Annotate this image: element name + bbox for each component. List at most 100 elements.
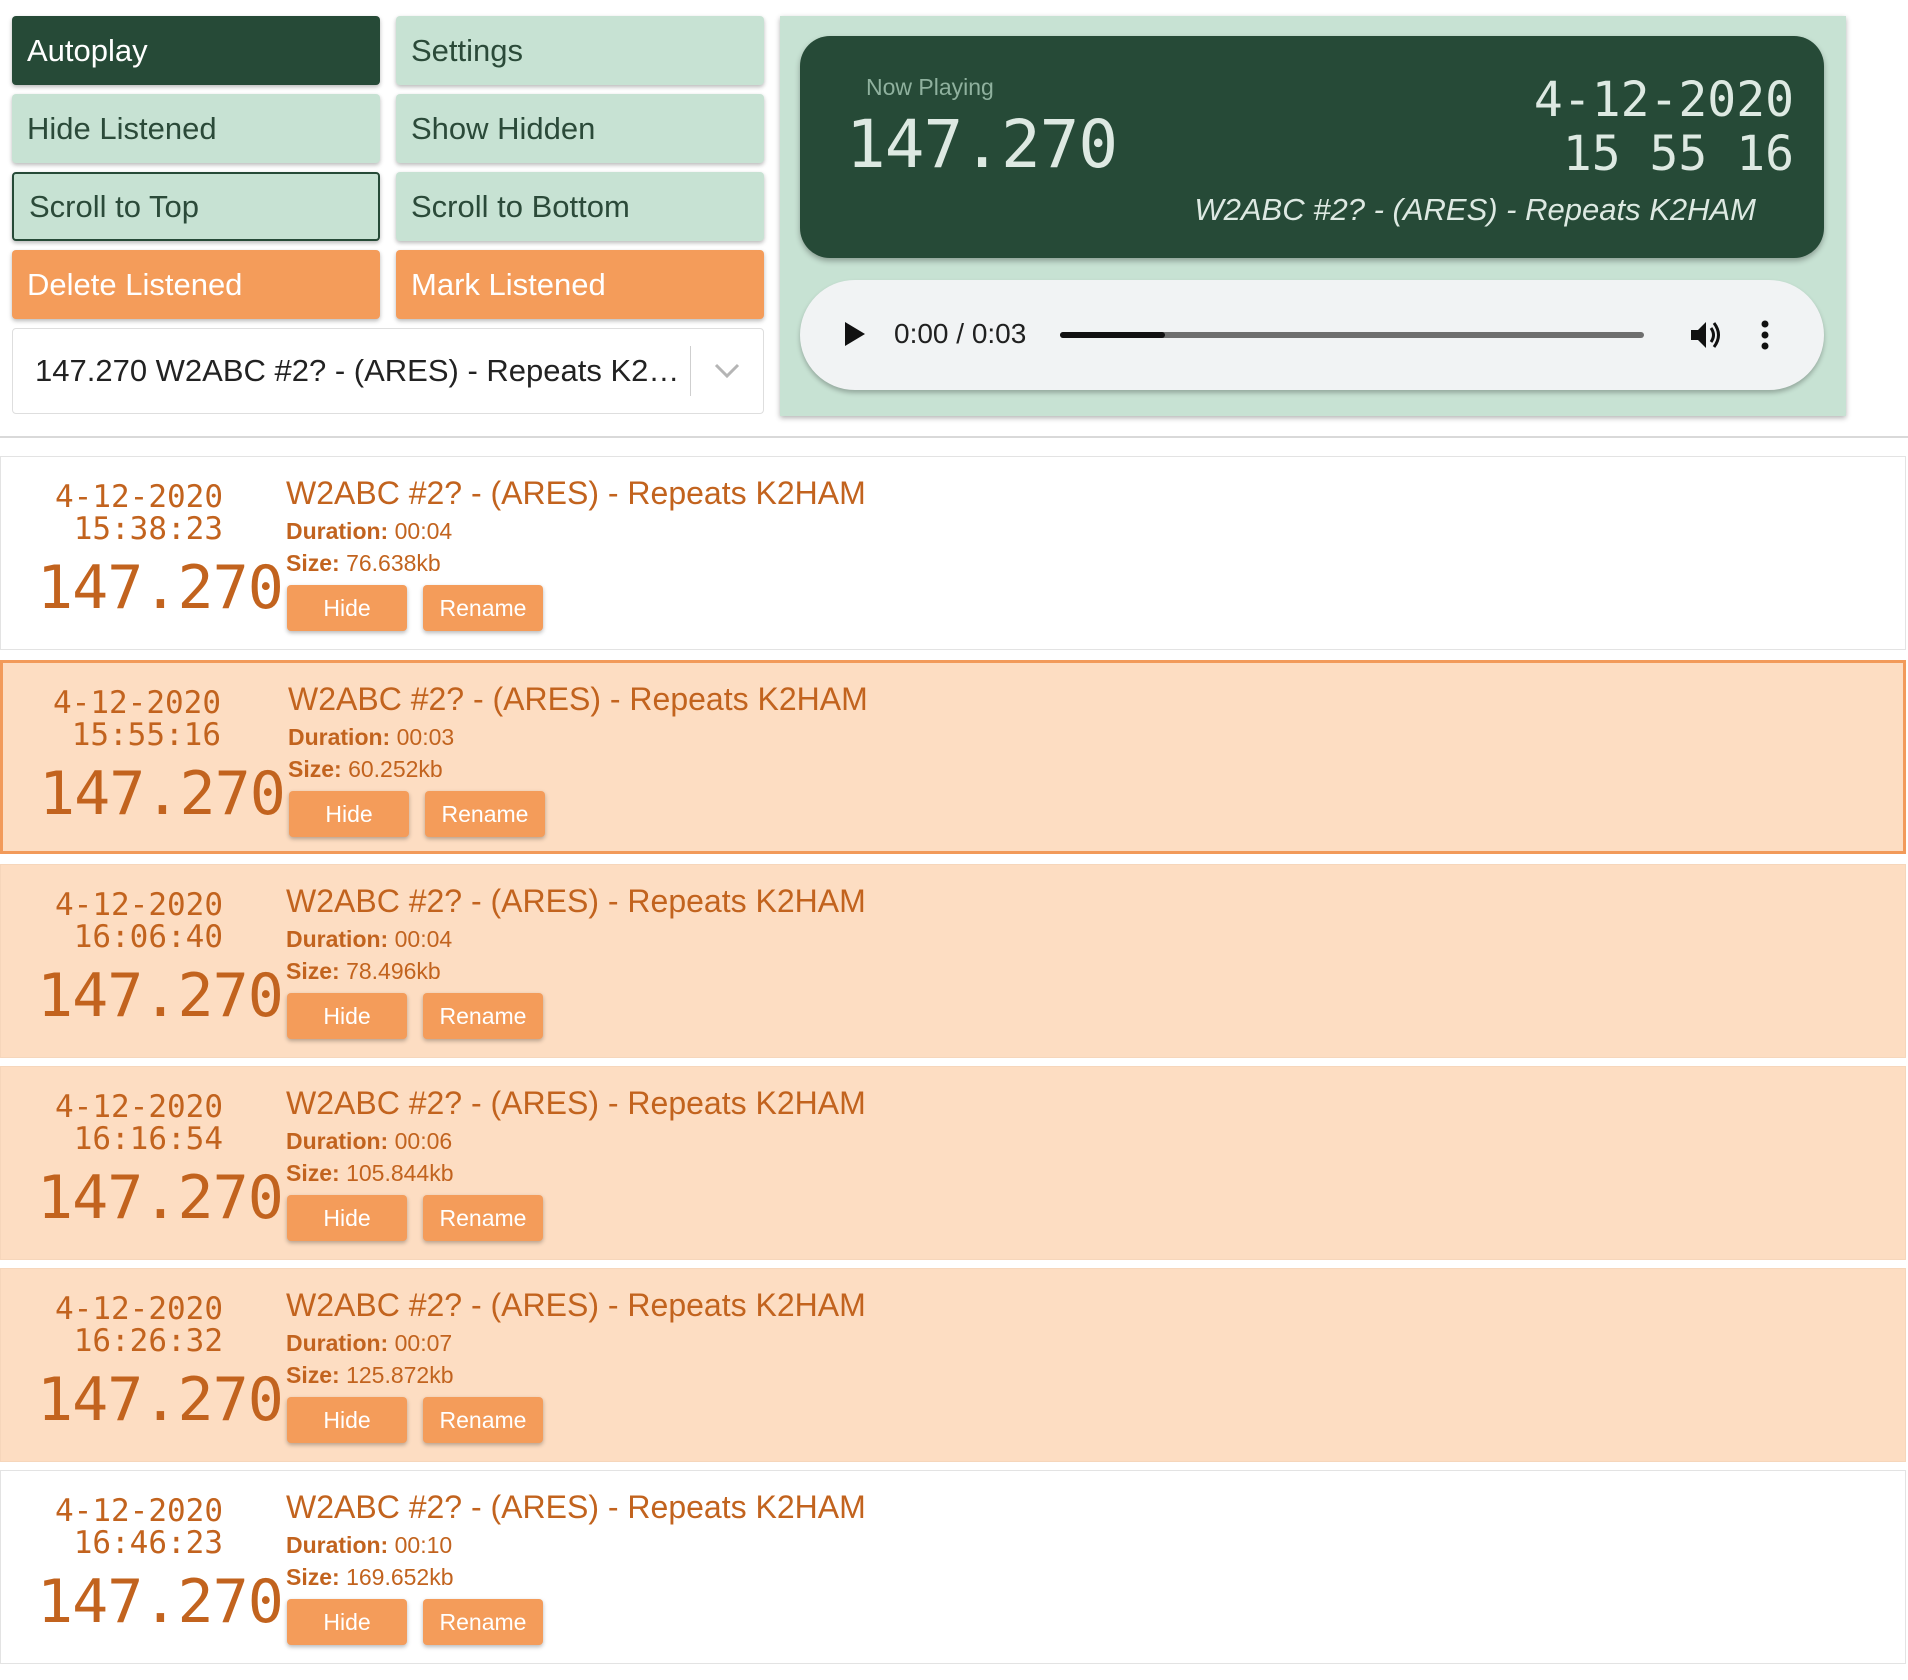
now-playing-date: 4-12-2020 <box>1533 72 1794 128</box>
duration-label: Duration: <box>286 1128 389 1154</box>
size-label: Size: <box>286 958 340 984</box>
duration-label: Duration: <box>286 1532 389 1558</box>
recording-frequency: 147.270 <box>37 961 284 1031</box>
rename-button[interactable]: Rename <box>423 1195 543 1241</box>
recording-date: 4-12-2020 <box>55 479 223 515</box>
recording-title: W2ABC #2? - (ARES) - Repeats K2HAM <box>286 883 866 919</box>
scroll-to-bottom-button[interactable]: Scroll to Bottom <box>396 172 764 241</box>
rename-button[interactable]: Rename <box>423 1599 543 1645</box>
hide-button[interactable]: Hide <box>289 791 409 837</box>
recording-size: Size: 60.252kb <box>288 756 443 783</box>
duration-value: 00:06 <box>394 1128 453 1154</box>
recording-size: Size: 125.872kb <box>286 1362 454 1389</box>
chevron-down-icon[interactable] <box>691 363 763 379</box>
size-value: 76.638kb <box>346 550 441 576</box>
recording-frequency: 147.270 <box>37 1567 284 1637</box>
recording-time: 15:38:23 <box>73 511 223 547</box>
recording-card[interactable]: 4-12-2020 15:38:23 147.270 W2ABC #2? - (… <box>0 456 1906 650</box>
recording-title: W2ABC #2? - (ARES) - Repeats K2HAM <box>286 1489 866 1525</box>
recording-date: 4-12-2020 <box>55 1089 223 1125</box>
size-label: Size: <box>286 1362 340 1388</box>
rename-button[interactable]: Rename <box>423 993 543 1039</box>
recording-duration: Duration: 00:04 <box>286 518 452 545</box>
recording-date: 4-12-2020 <box>55 1291 223 1327</box>
recording-card[interactable]: 4-12-2020 16:26:32 147.270 W2ABC #2? - (… <box>0 1268 1906 1462</box>
size-value: 78.496kb <box>346 958 441 984</box>
recording-time: 16:26:32 <box>73 1323 223 1359</box>
hide-button[interactable]: Hide <box>287 1599 407 1645</box>
rename-button[interactable]: Rename <box>425 791 545 837</box>
header-divider <box>0 436 1908 438</box>
recording-title: W2ABC #2? - (ARES) - Repeats K2HAM <box>286 1287 866 1323</box>
mark-listened-button[interactable]: Mark Listened <box>396 250 764 319</box>
recording-time: 15:55:16 <box>71 717 221 753</box>
duration-label: Duration: <box>286 518 389 544</box>
show-hidden-button[interactable]: Show Hidden <box>396 94 764 163</box>
size-value: 169.652kb <box>346 1564 454 1590</box>
recording-duration: Duration: 00:10 <box>286 1532 452 1559</box>
hide-listened-button[interactable]: Hide Listened <box>12 94 380 163</box>
duration-label: Duration: <box>288 724 391 750</box>
recording-frequency: 147.270 <box>37 1163 284 1233</box>
size-label: Size: <box>286 1564 340 1590</box>
size-value: 125.872kb <box>346 1362 454 1388</box>
recording-time: 16:06:40 <box>73 919 223 955</box>
delete-listened-button[interactable]: Delete Listened <box>12 250 380 319</box>
now-playing-label: Now Playing <box>866 74 994 100</box>
size-label: Size: <box>286 1160 340 1186</box>
recording-duration: Duration: 00:07 <box>286 1330 452 1357</box>
recording-title: W2ABC #2? - (ARES) - Repeats K2HAM <box>288 681 868 717</box>
audio-seek-progress <box>1060 332 1166 338</box>
now-playing-time: 15 55 16 <box>1562 126 1794 182</box>
play-icon[interactable] <box>836 317 870 356</box>
recording-duration: Duration: 00:06 <box>286 1128 452 1155</box>
duration-label: Duration: <box>286 1330 389 1356</box>
scroll-to-top-button[interactable]: Scroll to Top <box>12 172 380 241</box>
autoplay-button[interactable]: Autoplay <box>12 16 380 85</box>
settings-button[interactable]: Settings <box>396 16 764 85</box>
audio-seek-bar[interactable] <box>1060 332 1644 338</box>
recording-size: Size: 169.652kb <box>286 1564 454 1591</box>
recording-select[interactable]: 147.270 W2ABC #2? - (ARES) - Repeats K2H… <box>12 328 764 414</box>
recording-time: 16:16:54 <box>73 1121 223 1157</box>
recording-date: 4-12-2020 <box>55 1493 223 1529</box>
volume-icon[interactable] <box>1687 316 1725 359</box>
recording-size: Size: 78.496kb <box>286 958 441 985</box>
hide-button[interactable]: Hide <box>287 1195 407 1241</box>
duration-value: 00:04 <box>394 518 453 544</box>
now-playing-display: Now Playing 147.270 4-12-2020 15 55 16 W… <box>800 36 1824 258</box>
duration-value: 00:04 <box>394 926 453 952</box>
now-playing-panel: Now Playing 147.270 4-12-2020 15 55 16 W… <box>780 16 1846 416</box>
hide-button[interactable]: Hide <box>287 993 407 1039</box>
rename-button[interactable]: Rename <box>423 1397 543 1443</box>
recording-card[interactable]: 4-12-2020 15:55:16 147.270 W2ABC #2? - (… <box>0 660 1906 854</box>
recording-card[interactable]: 4-12-2020 16:16:54 147.270 W2ABC #2? - (… <box>0 1066 1906 1260</box>
more-vert-icon[interactable] <box>1758 316 1772 359</box>
audio-player[interactable]: 0:00 / 0:03 <box>800 280 1824 390</box>
recording-duration: Duration: 00:03 <box>288 724 454 751</box>
recording-date: 4-12-2020 <box>53 685 221 721</box>
rename-button[interactable]: Rename <box>423 585 543 631</box>
recording-date: 4-12-2020 <box>55 887 223 923</box>
hide-button[interactable]: Hide <box>287 585 407 631</box>
duration-value: 00:03 <box>396 724 455 750</box>
size-label: Size: <box>288 756 342 782</box>
duration-value: 00:07 <box>394 1330 453 1356</box>
size-value: 105.844kb <box>346 1160 454 1186</box>
recording-time: 16:46:23 <box>73 1525 223 1561</box>
recording-card[interactable]: 4-12-2020 16:46:23 147.270 W2ABC #2? - (… <box>0 1470 1906 1664</box>
duration-label: Duration: <box>286 926 389 952</box>
control-panel: Autoplay Settings Hide Listened Show Hid… <box>12 16 764 414</box>
duration-value: 00:10 <box>394 1532 453 1558</box>
recording-card[interactable]: 4-12-2020 16:06:40 147.270 W2ABC #2? - (… <box>0 864 1906 1058</box>
recording-title: W2ABC #2? - (ARES) - Repeats K2HAM <box>286 1085 866 1121</box>
recording-frequency: 147.270 <box>39 759 286 829</box>
hide-button[interactable]: Hide <box>287 1397 407 1443</box>
recording-select-value: 147.270 W2ABC #2? - (ARES) - Repeats K2H… <box>13 346 691 396</box>
size-value: 60.252kb <box>348 756 443 782</box>
recording-title: W2ABC #2? - (ARES) - Repeats K2HAM <box>286 475 866 511</box>
recording-frequency: 147.270 <box>37 553 284 623</box>
recording-frequency: 147.270 <box>37 1365 284 1435</box>
recording-size: Size: 76.638kb <box>286 550 441 577</box>
size-label: Size: <box>286 550 340 576</box>
